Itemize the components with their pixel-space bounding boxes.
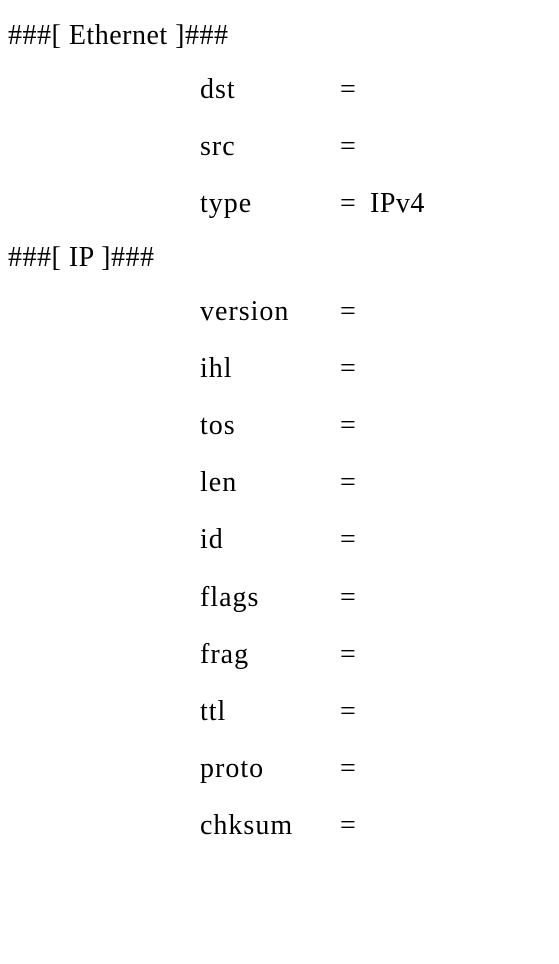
field-name-tos: tos xyxy=(200,406,340,445)
equals-sign: = xyxy=(340,692,370,731)
field-row: dst = xyxy=(0,70,559,109)
field-row: ttl = xyxy=(0,692,559,731)
field-name-ttl: ttl xyxy=(200,692,340,731)
field-row: len = xyxy=(0,463,559,502)
equals-sign: = xyxy=(340,749,370,788)
field-row: flags = xyxy=(0,578,559,617)
equals-sign: = xyxy=(340,578,370,617)
field-name-proto: proto xyxy=(200,749,340,788)
equals-sign: = xyxy=(340,463,370,502)
equals-sign: = xyxy=(340,292,370,331)
field-row: chksum = xyxy=(0,806,559,845)
field-name-len: len xyxy=(200,463,340,502)
field-name-dst: dst xyxy=(200,70,340,109)
field-name-version: version xyxy=(200,292,340,331)
equals-sign: = xyxy=(340,349,370,388)
equals-sign: = xyxy=(340,635,370,674)
field-name-chksum: chksum xyxy=(200,806,340,845)
field-name-src: src xyxy=(200,127,340,166)
equals-sign: = xyxy=(340,70,370,109)
packet-dump-output: ###[ Ethernet ]### dst = src = type = IP… xyxy=(0,20,559,845)
equals-sign: = xyxy=(340,406,370,445)
equals-sign: = xyxy=(340,806,370,845)
field-row: version = xyxy=(0,292,559,331)
equals-sign: = xyxy=(340,520,370,559)
field-value-type: IPv4 xyxy=(370,184,425,223)
field-name-id: id xyxy=(200,520,340,559)
ethernet-section-header: ###[ Ethernet ]### xyxy=(0,20,559,52)
equals-sign: = xyxy=(340,127,370,166)
field-name-ihl: ihl xyxy=(200,349,340,388)
field-row: src = xyxy=(0,127,559,166)
field-name-frag: frag xyxy=(200,635,340,674)
field-row: ihl = xyxy=(0,349,559,388)
field-row: id = xyxy=(0,520,559,559)
field-name-flags: flags xyxy=(200,578,340,617)
field-row: tos = xyxy=(0,406,559,445)
field-row: frag = xyxy=(0,635,559,674)
field-name-type: type xyxy=(200,184,340,223)
ip-section-header: ###[ IP ]### xyxy=(0,242,559,274)
field-row: type = IPv4 xyxy=(0,184,559,223)
field-row: proto = xyxy=(0,749,559,788)
equals-sign: = xyxy=(340,184,370,223)
